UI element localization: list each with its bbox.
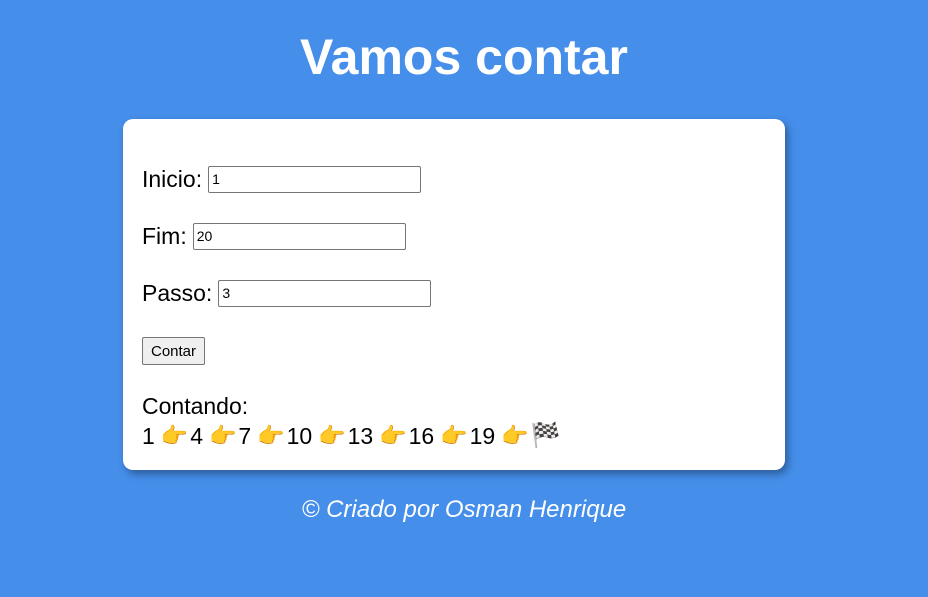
passo-row: Passo: — [142, 279, 432, 307]
pointing-hand-icon: 👉 — [440, 423, 468, 448]
count-sequence: 1 👉 4 👉 7 👉 10 👉 13 👉 16 👉 19 👉 🏁 — [142, 421, 561, 451]
checkered-flag-icon: 🏁 — [530, 422, 561, 449]
footer: © Criado por Osman Henrique — [0, 496, 928, 524]
result-area: Contando: 1 👉 4 👉 7 👉 10 👉 13 👉 16 👉 19 👉 🏁 — [142, 391, 561, 451]
count-value: 16 — [408, 423, 435, 449]
count-value: 1 — [142, 423, 155, 449]
fim-row: Fim: — [142, 222, 406, 250]
footer-credit: © Criado por Osman Henrique — [301, 496, 627, 523]
pointing-hand-icon: 👉 — [257, 423, 285, 448]
count-value: 10 — [286, 423, 313, 449]
pointing-hand-icon: 👉 — [160, 423, 189, 448]
count-value: 7 — [238, 423, 252, 449]
counter-card: Inicio: Fim: Passo: Contar Contando: 1👉4… — [123, 119, 785, 470]
contar-button[interactable]: Contar — [142, 337, 206, 365]
pointing-hand-icon: 👉 — [318, 423, 346, 448]
fim-label: Fim: — [142, 223, 187, 249]
pointing-hand-icon: 👉 — [379, 423, 407, 448]
passo-label: Passo: — [142, 280, 213, 306]
passo-input[interactable] — [218, 279, 432, 307]
inicio-input[interactable] — [208, 165, 422, 193]
inicio-label: Inicio: — [142, 166, 203, 192]
count-value: 13 — [347, 423, 374, 449]
count-value: 4 — [190, 423, 203, 449]
fim-input[interactable] — [192, 222, 406, 250]
pointing-hand-icon: 👉 — [501, 423, 529, 448]
count-value: 19 — [469, 423, 496, 449]
result-heading: Contando: — [142, 393, 249, 419]
page-title: Vamos contar — [300, 29, 628, 85]
inicio-row: Inicio: — [142, 165, 422, 193]
pointing-hand-icon: 👉 — [209, 423, 237, 448]
